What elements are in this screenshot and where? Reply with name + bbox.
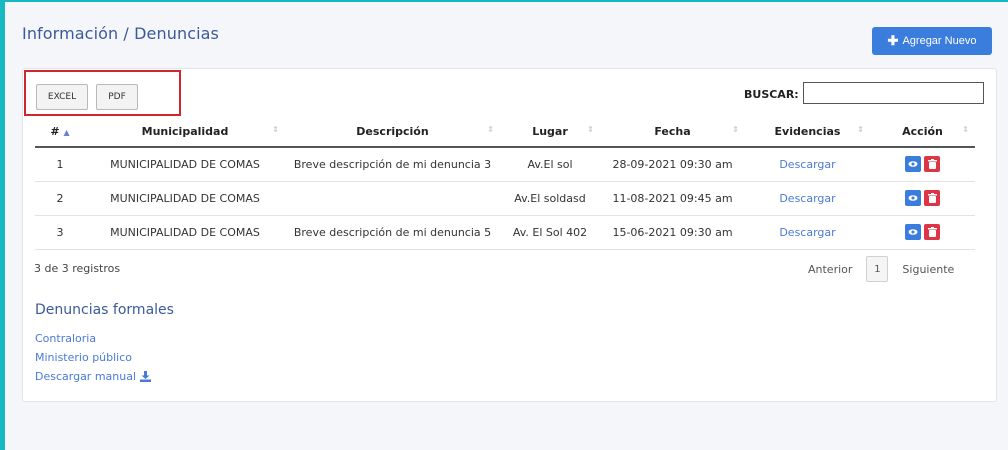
sort-icon: ⇕ xyxy=(962,125,969,134)
records-count: 3 de 3 registros xyxy=(34,262,121,275)
column-header-fecha[interactable]: Fecha ⇕ xyxy=(600,117,745,148)
descargar-link[interactable]: Descargar xyxy=(779,158,835,171)
eye-icon xyxy=(908,229,918,235)
cell-descripcion xyxy=(285,181,500,216)
descargar-manual-link[interactable]: Descargar manual xyxy=(35,370,152,383)
cell-num: 2 xyxy=(35,181,85,216)
sort-icon: ⇕ xyxy=(732,125,739,134)
cell-num: 1 xyxy=(35,147,85,182)
pagination: Anterior 1 Siguiente xyxy=(800,256,954,282)
cell-lugar: Av. El Sol 402 xyxy=(500,215,600,250)
cell-descripcion: Breve descripción de mi denuncia 3 xyxy=(285,147,500,182)
column-header-lugar[interactable]: Lugar ⇕ xyxy=(500,117,600,148)
cell-fecha: 15-06-2021 09:30 am xyxy=(600,215,745,250)
sort-icon: ⇕ xyxy=(587,125,594,134)
cell-municipalidad: MUNICIPALIDAD DE COMAS xyxy=(85,147,285,182)
denuncias-table: # ▲ Municipalidad ⇕ Descripción ⇕ Lugar ⇕ Fe… xyxy=(35,117,975,250)
cell-accion xyxy=(870,181,975,216)
trash-icon xyxy=(927,227,937,237)
cell-evidencias: Descargar xyxy=(745,147,870,182)
cell-lugar: Av.El soldasd xyxy=(500,181,600,216)
excel-export-button[interactable]: EXCEL xyxy=(36,84,88,110)
cell-fecha: 28-09-2021 09:30 am xyxy=(600,147,745,182)
view-button[interactable] xyxy=(905,190,921,206)
eye-icon xyxy=(908,161,918,168)
cell-num: 3 xyxy=(35,215,85,250)
trash-icon xyxy=(927,159,937,170)
table-row: 3 MUNICIPALIDAD DE COMAS Breve descripci… xyxy=(35,215,975,250)
descargar-manual-label: Descargar manual xyxy=(35,370,137,383)
descargar-link[interactable]: Descargar xyxy=(779,226,835,239)
delete-button[interactable] xyxy=(924,224,940,240)
cell-municipalidad: MUNICIPALIDAD DE COMAS xyxy=(85,181,285,216)
download-icon xyxy=(140,371,152,382)
add-new-button[interactable]: ✚ Agregar Nuevo xyxy=(872,27,992,55)
search-label: BUSCAR: xyxy=(744,88,799,101)
table-row: 2 MUNICIPALIDAD DE COMAS Av.El soldasd 1… xyxy=(35,181,975,216)
view-button[interactable] xyxy=(905,224,921,240)
cell-accion xyxy=(870,147,975,182)
sort-icon: ⇕ xyxy=(272,125,279,134)
cell-fecha: 11-08-2021 09:45 am xyxy=(600,181,745,216)
formal-section-title: Denuncias formales xyxy=(35,302,174,318)
cell-evidencias: Descargar xyxy=(745,215,870,250)
page-title: Información / Denuncias xyxy=(22,24,219,43)
pagination-page-1[interactable]: 1 xyxy=(866,256,889,282)
cell-evidencias: Descargar xyxy=(745,181,870,216)
pagination-next[interactable]: Siguiente xyxy=(902,263,954,276)
cell-descripcion: Breve descripción de mi denuncia 5 xyxy=(285,215,500,250)
column-header-descripcion[interactable]: Descripción ⇕ xyxy=(285,117,500,148)
sort-icon: ⇕ xyxy=(857,125,864,134)
add-new-label: Agregar Nuevo xyxy=(902,35,977,47)
plus-icon: ✚ xyxy=(887,33,899,48)
trash-icon xyxy=(927,193,937,203)
table-row: 1 MUNICIPALIDAD DE COMAS Breve descripci… xyxy=(35,147,975,182)
cell-accion xyxy=(870,215,975,250)
ministerio-publico-link[interactable]: Ministerio público xyxy=(35,351,132,364)
cell-municipalidad: MUNICIPALIDAD DE COMAS xyxy=(85,215,285,250)
eye-icon xyxy=(908,195,918,201)
delete-button[interactable] xyxy=(924,156,940,173)
pagination-prev[interactable]: Anterior xyxy=(808,263,852,276)
column-header-municipalidad[interactable]: Municipalidad ⇕ xyxy=(85,117,285,148)
pdf-export-button[interactable]: PDF xyxy=(96,84,138,110)
sort-icon: ⇕ xyxy=(487,125,494,134)
cell-lugar: Av.El sol xyxy=(500,147,600,182)
sort-asc-icon: ▲ xyxy=(63,128,70,137)
column-header-evidencias[interactable]: Evidencias ⇕ xyxy=(745,117,870,148)
contraloria-link[interactable]: Contraloria xyxy=(35,332,96,345)
search-input[interactable] xyxy=(803,82,984,104)
view-button[interactable] xyxy=(905,156,921,173)
column-header-accion[interactable]: Acción ⇕ xyxy=(870,117,975,148)
table-header-row: # ▲ Municipalidad ⇕ Descripción ⇕ Lugar ⇕ Fe… xyxy=(35,117,975,148)
delete-button[interactable] xyxy=(924,190,940,206)
column-header-num[interactable]: # ▲ xyxy=(35,117,85,148)
descargar-link[interactable]: Descargar xyxy=(779,192,835,205)
